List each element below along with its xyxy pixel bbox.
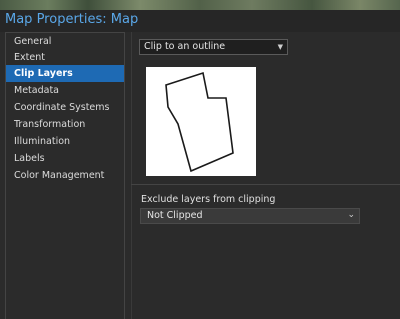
exclude-layers-select[interactable]: Not Clipped ⌄: [140, 208, 360, 224]
clip-mode-dropdown[interactable]: Clip to an outline ▼: [139, 39, 288, 55]
sidebar-item-extent[interactable]: Extent: [6, 49, 124, 66]
chevron-down-icon: ⌄: [347, 210, 355, 220]
clip-mode-value: Clip to an outline: [144, 41, 226, 52]
triangle-down-icon: ▼: [277, 43, 283, 51]
sidebar-item-illumination[interactable]: Illumination: [6, 133, 124, 150]
sidebar-item-transformation[interactable]: Transformation: [6, 116, 124, 133]
outline-shape: [165, 71, 234, 173]
sidebar-item-color-management[interactable]: Color Management: [6, 167, 124, 184]
sidebar-item-general[interactable]: General: [6, 33, 124, 50]
window-title: Map Properties: Map: [5, 12, 139, 27]
section-divider: [131, 184, 400, 185]
map-background-strip: [0, 0, 400, 10]
sidebar-item-metadata[interactable]: Metadata: [6, 82, 124, 99]
sidebar-item-clip-layers[interactable]: Clip Layers: [6, 65, 124, 82]
exclude-layers-value: Not Clipped: [147, 210, 203, 221]
sidebar-item-coordinate-systems[interactable]: Coordinate Systems: [6, 99, 124, 116]
exclude-layers-label: Exclude layers from clipping: [141, 194, 276, 205]
title-bar: Map Properties: Map: [0, 10, 400, 32]
sidebar: General Extent Clip Layers Metadata Coor…: [5, 32, 125, 319]
sidebar-item-labels[interactable]: Labels: [6, 150, 124, 167]
outline-preview: [146, 67, 256, 176]
